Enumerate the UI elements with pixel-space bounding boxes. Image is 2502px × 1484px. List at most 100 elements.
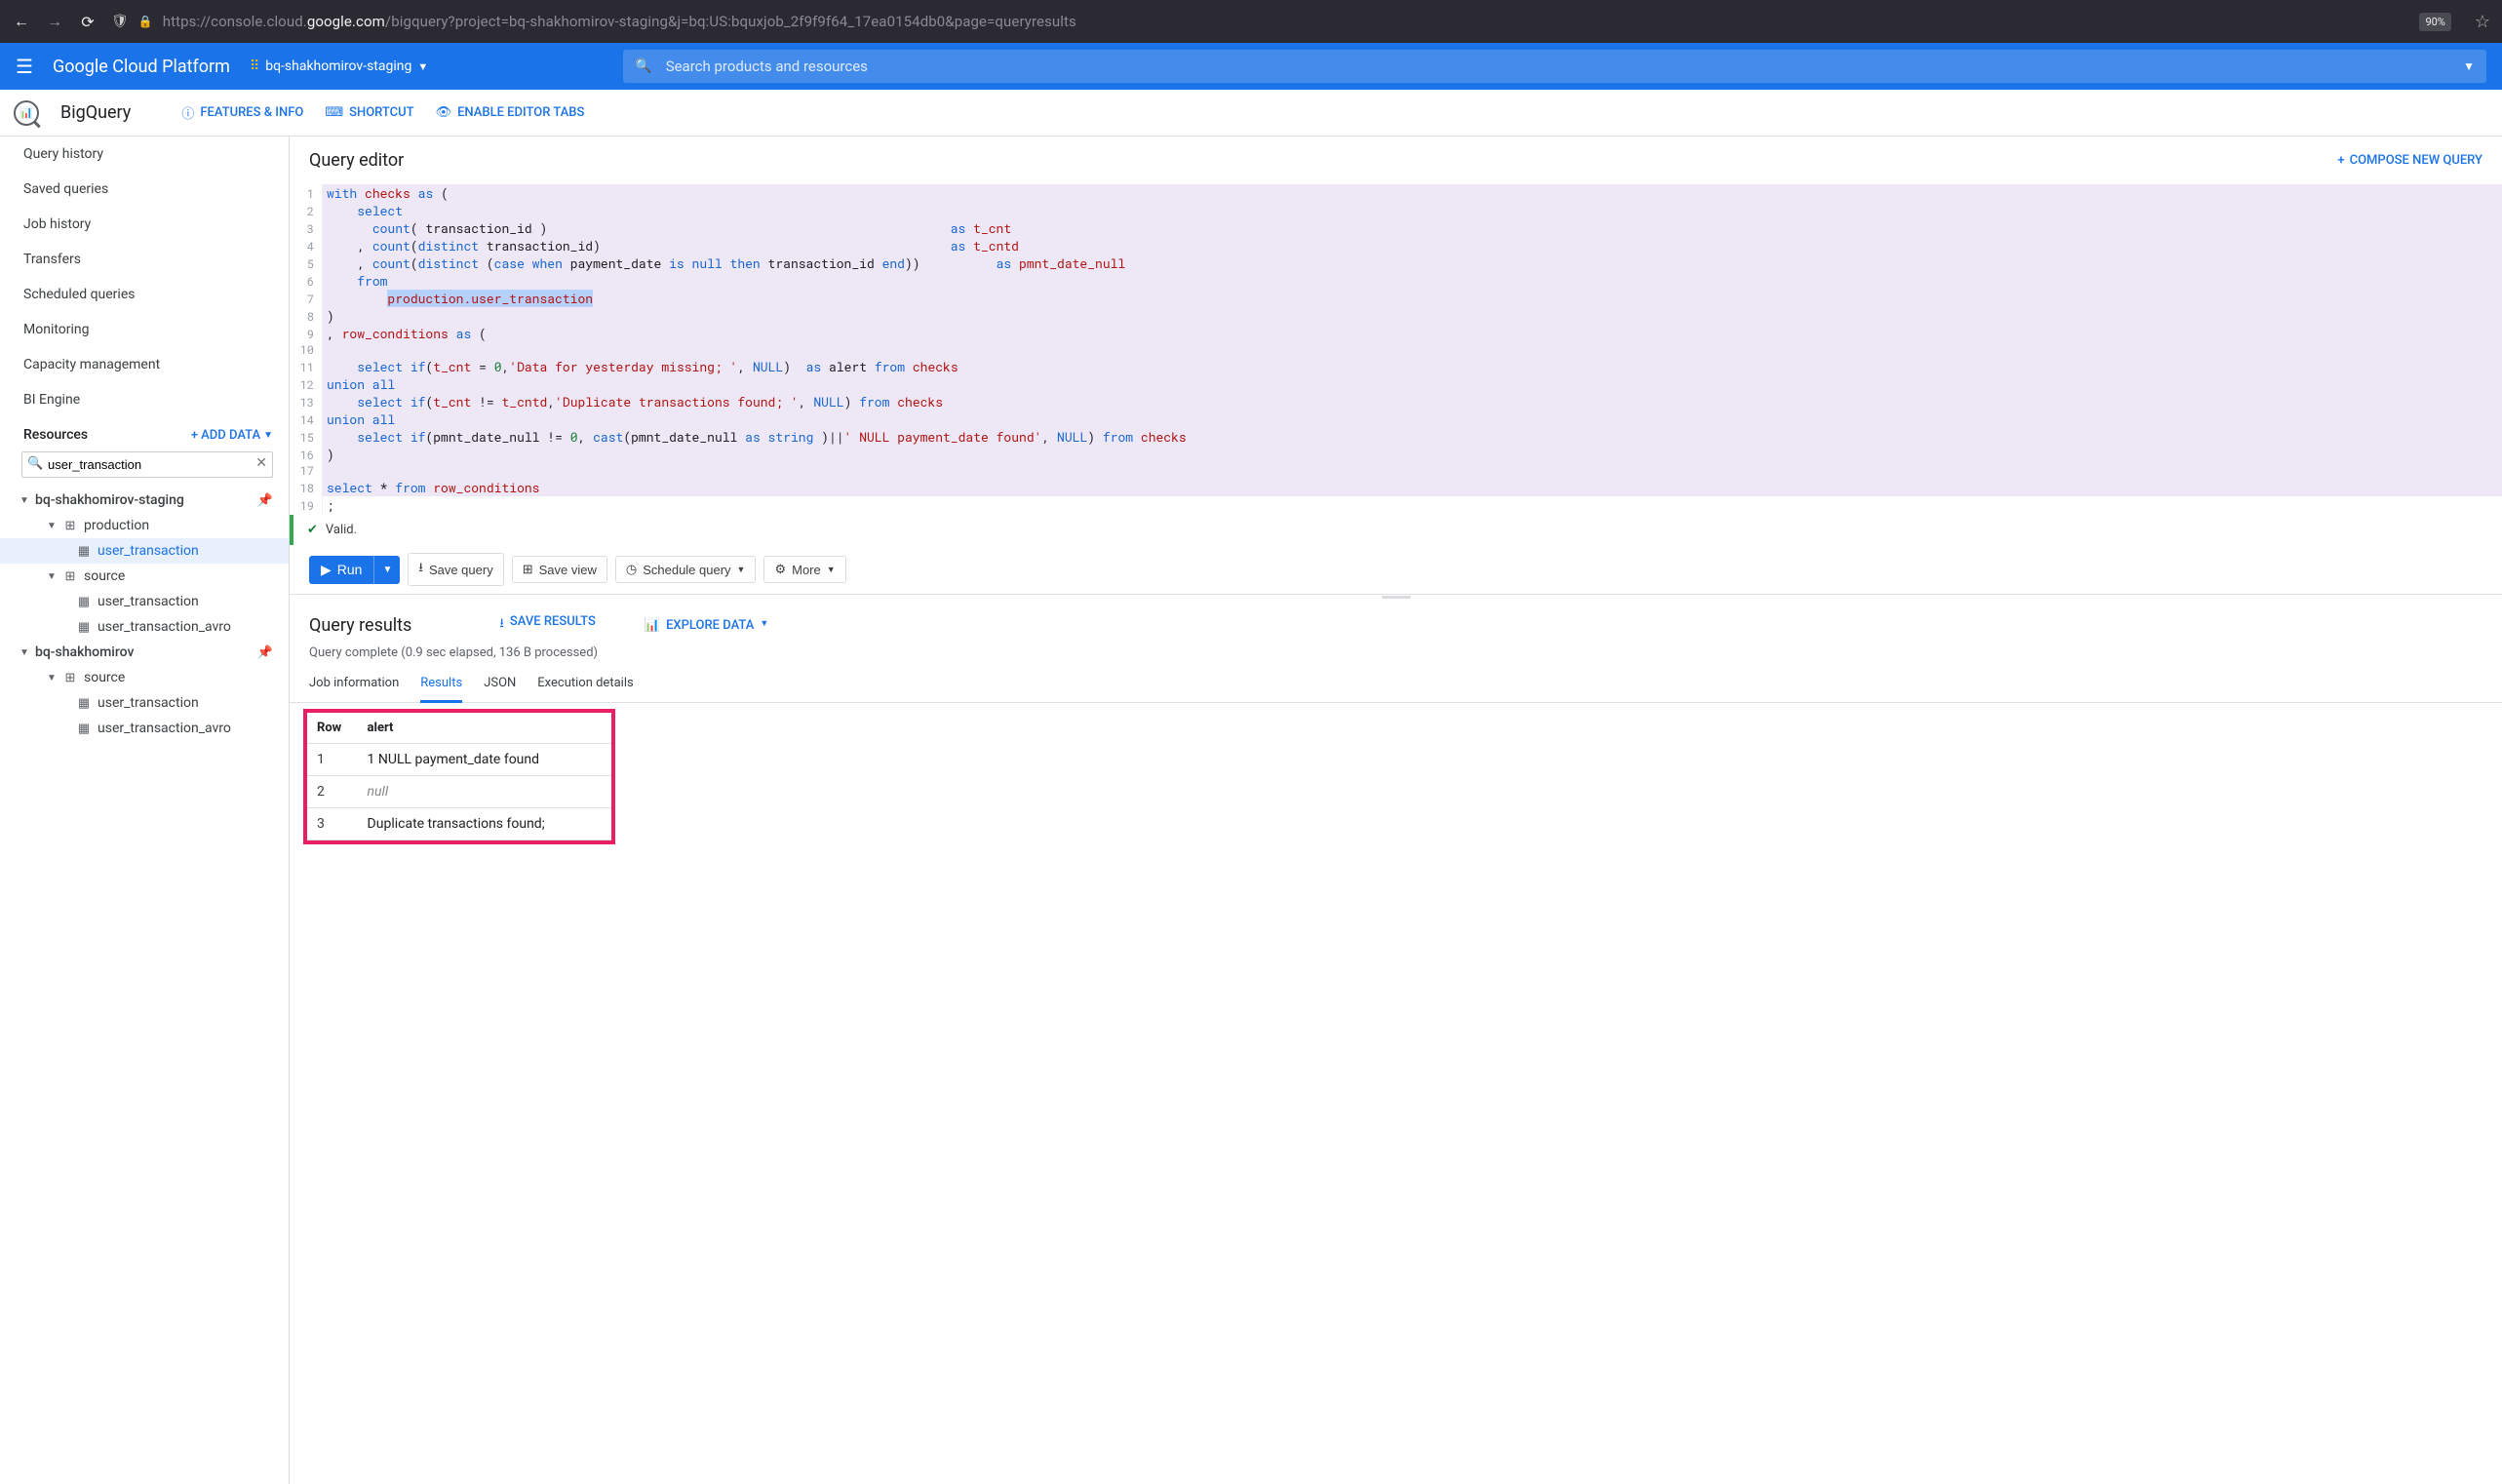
chevron-down-icon: ▼: [417, 60, 428, 73]
sidebar-item-bi-engine[interactable]: BI Engine: [0, 382, 289, 417]
results-table: Row alert 11 NULL payment_date found 2nu…: [307, 713, 611, 840]
query-editor-title: Query editor: [309, 150, 2337, 171]
sidebar-item-query-history[interactable]: Query history: [0, 137, 289, 172]
table-row: 11 NULL payment_date found: [307, 744, 611, 776]
dataset-icon: ⊞: [62, 569, 78, 584]
gcp-top-bar: ☰ Google Cloud Platform ⠿ bq-shakhomirov…: [0, 43, 2502, 90]
tree-project-2[interactable]: ▼bq-shakhomirov📌: [0, 640, 289, 665]
save-query-button[interactable]: ⭳Save query: [408, 553, 503, 586]
bookmark-star-icon[interactable]: ☆: [2475, 12, 2490, 32]
content-area: Query editor +COMPOSE NEW QUERY 1with ch…: [290, 137, 2502, 1484]
hamburger-menu-icon[interactable]: ☰: [16, 55, 33, 78]
url-text: https://console.cloud.google.com/bigquer…: [163, 13, 1076, 30]
resource-search-input[interactable]: [21, 451, 273, 478]
table-icon: ▦: [76, 696, 92, 711]
more-button[interactable]: ⚙More ▼: [763, 556, 845, 583]
chevron-down-icon: ▼: [737, 565, 746, 574]
dataset-icon: ⊞: [62, 671, 78, 685]
tab-json[interactable]: JSON: [484, 670, 516, 702]
table-icon: ▦: [76, 595, 92, 609]
check-circle-icon: ✔: [307, 523, 318, 537]
clear-icon[interactable]: ✕: [255, 455, 267, 471]
table-row: 3Duplicate transactions found;: [307, 808, 611, 840]
table-icon: ▦: [76, 620, 92, 635]
reload-button[interactable]: ⟳: [78, 13, 98, 31]
col-alert: alert: [358, 713, 582, 744]
tree-dataset-source-2[interactable]: ▼⊞source: [0, 665, 289, 690]
bigquery-header: 📊 BigQuery ⓘFEATURES & INFO ⌨SHORTCUT 👁E…: [0, 90, 2502, 137]
shield-icon: 🛡: [111, 14, 129, 29]
tab-execution-details[interactable]: Execution details: [537, 670, 633, 702]
url-bar[interactable]: 🛡 🔒 https://console.cloud.google.com/big…: [111, 13, 2405, 30]
project-picker[interactable]: ⠿ bq-shakhomirov-staging ▼: [250, 59, 428, 74]
run-button[interactable]: ▶Run: [309, 556, 373, 584]
bigquery-icon: 📊: [14, 100, 39, 126]
sql-editor[interactable]: 1with checks as ( 2 select 3 count( tran…: [290, 184, 2502, 514]
eye-icon: 👁: [436, 105, 452, 120]
grid-icon: ⊞: [523, 562, 533, 577]
resources-label: Resources: [23, 427, 88, 443]
tree-project-1[interactable]: ▼bq-shakhomirov-staging📌: [0, 488, 289, 513]
sidebar-item-capacity[interactable]: Capacity management: [0, 347, 289, 382]
tree-dataset-source-1[interactable]: ▼⊞source: [0, 564, 289, 589]
search-box[interactable]: 🔍 Search products and resources ▼: [623, 50, 2486, 83]
results-tabs: Job information Results JSON Execution d…: [290, 670, 2502, 703]
zoom-badge[interactable]: 90%: [2419, 13, 2450, 31]
forward-button[interactable]: →: [45, 12, 64, 31]
tree-dataset-production[interactable]: ▼⊞production: [0, 513, 289, 538]
tab-job-information[interactable]: Job information: [309, 670, 399, 702]
tree-table-user-transaction-avro-2[interactable]: ▦user_transaction_avro: [0, 716, 289, 741]
compose-new-query-button[interactable]: +COMPOSE NEW QUERY: [2337, 153, 2482, 168]
tree-table-user-transaction-avro[interactable]: ▦user_transaction_avro: [0, 614, 289, 640]
chevron-down-icon: ▼: [47, 673, 57, 683]
query-complete-text: Query complete (0.9 sec elapsed, 136 B p…: [290, 640, 2502, 670]
dataset-icon: ⊞: [62, 519, 78, 533]
sidebar-item-scheduled-queries[interactable]: Scheduled queries: [0, 277, 289, 312]
explore-data-button[interactable]: 📊EXPLORE DATA ▼: [645, 618, 768, 633]
pin-icon[interactable]: 📌: [257, 493, 273, 508]
lock-icon: 🔒: [138, 15, 153, 28]
save-results-button[interactable]: ⭳SAVE RESULTS: [499, 614, 596, 636]
back-button[interactable]: ←: [12, 12, 31, 31]
run-dropdown[interactable]: ▼: [373, 556, 400, 584]
sidebar: Query history Saved queries Job history …: [0, 137, 290, 1484]
sidebar-item-saved-queries[interactable]: Saved queries: [0, 172, 289, 207]
search-icon: 🔍: [27, 456, 43, 471]
page-title: BigQuery: [60, 102, 131, 123]
tab-results[interactable]: Results: [420, 670, 462, 703]
play-icon: ▶: [321, 562, 332, 578]
features-info-button[interactable]: ⓘFEATURES & INFO: [181, 103, 303, 122]
resize-handle[interactable]: [290, 595, 2502, 601]
plus-icon: +: [2337, 153, 2344, 168]
validation-text: Valid.: [326, 523, 357, 537]
sidebar-item-monitoring[interactable]: Monitoring: [0, 312, 289, 347]
save-view-button[interactable]: ⊞Save view: [512, 556, 607, 583]
search-icon: 🔍: [635, 59, 651, 74]
pin-icon[interactable]: 📌: [257, 645, 273, 660]
tree-table-user-transaction[interactable]: ▦user_transaction: [0, 538, 289, 564]
add-data-button[interactable]: +ADD DATA▼: [191, 428, 273, 443]
chevron-down-icon: ▼: [263, 430, 273, 441]
clock-icon: ◷: [626, 562, 637, 577]
tree-table-user-transaction-3[interactable]: ▦user_transaction: [0, 690, 289, 716]
download-icon: ⭳: [499, 614, 504, 636]
chevron-down-icon: ▼: [827, 565, 836, 574]
info-icon: ⓘ: [181, 103, 194, 122]
search-placeholder: Search products and resources: [666, 58, 2449, 75]
table-icon: ▦: [76, 722, 92, 736]
table-icon: ▦: [76, 544, 92, 559]
sidebar-item-transfers[interactable]: Transfers: [0, 242, 289, 277]
gear-icon: ⚙: [774, 562, 786, 577]
plus-icon: +: [191, 428, 198, 443]
schedule-query-button[interactable]: ◷Schedule query ▼: [615, 556, 757, 583]
chevron-down-icon: ▼: [47, 571, 57, 582]
chevron-down-icon: ▼: [2463, 59, 2475, 73]
keyboard-icon: ⌨: [325, 105, 343, 120]
gcp-logo[interactable]: Google Cloud Platform: [53, 57, 230, 77]
tree-table-user-transaction-2[interactable]: ▦user_transaction: [0, 589, 289, 614]
results-table-highlight: Row alert 11 NULL payment_date found 2nu…: [303, 709, 615, 844]
table-row: 2null: [307, 776, 611, 808]
enable-tabs-button[interactable]: 👁ENABLE EDITOR TABS: [436, 105, 585, 120]
sidebar-item-job-history[interactable]: Job history: [0, 207, 289, 242]
shortcut-button[interactable]: ⌨SHORTCUT: [325, 105, 413, 120]
